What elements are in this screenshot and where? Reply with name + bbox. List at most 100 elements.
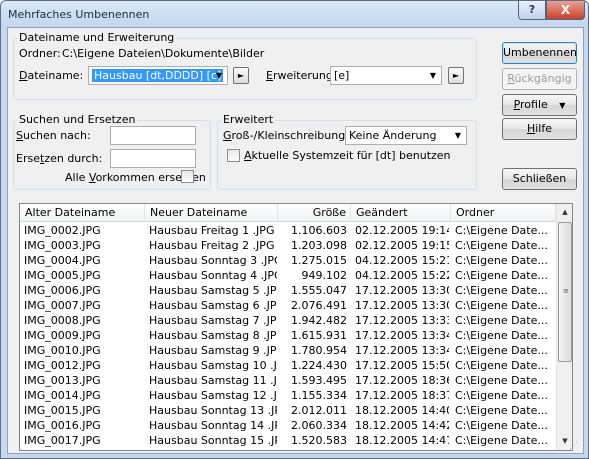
column-header-old-name[interactable]: Alter Dateiname [20,204,145,222]
table-cell: IMG_0017.JPG [24,434,101,447]
filename-combo[interactable]: Hausbau [dt,DDDD] [c] ▼ [88,66,228,85]
replace-all-checkbox[interactable] [181,170,194,183]
table-cell: 949.102 [301,269,348,282]
grip-icon: ≡ [563,287,569,295]
table-cell: C:\Eigene Date... [455,389,548,402]
table-cell: IMG_0016.JPG [24,419,101,432]
table-cell: Hausbau Samstag 11 .JPG [149,374,277,387]
folder-path: C:\Eigene Dateien\Dokumente\Bilder [62,47,265,60]
title-bar[interactable]: Mehrfaches Umbenennen ? X [1,1,588,27]
table-cell: Hausbau Samstag 7 .JPG [149,314,277,327]
profiles-button[interactable]: Profile ▼ [502,94,577,116]
table-row[interactable]: IMG_0015.JPG Hausbau Sonntag 13 .JPG 2.012… [20,403,556,419]
table-row[interactable]: IMG_0005.JPG Hausbau Sonntag 4 .JPG 949.10… [20,268,556,284]
table-row[interactable]: IMG_0010.JPG Hausbau Samstag 9 .JPG 1.780.… [20,343,556,359]
table-cell: 17.12.2005 13:30 [355,284,449,297]
table-row[interactable]: IMG_0016.JPG Hausbau Sonntag 14 .JPG 2.060… [20,418,556,434]
help-button[interactable]: Hilfe [502,118,577,140]
title-help-button[interactable]: ? [518,1,546,20]
table-row[interactable]: IMG_0013.JPG Hausbau Samstag 11 .JPG 1.593… [20,373,556,389]
table-row[interactable]: IMG_0009.JPG Hausbau Samstag 8 .JPG 1.615.… [20,328,556,344]
filename-insert-button[interactable]: ► [233,67,249,84]
table-cell: IMG_0009.JPG [24,329,101,342]
column-header-modified[interactable]: Geändert [351,204,451,222]
table-cell: IMG_0012.JPG [24,359,101,372]
table-cell: Hausbau Samstag 5 .JPG [149,284,277,297]
table-cell: Hausbau Samstag 8 .JPG [149,329,277,342]
column-header-new-name[interactable]: Neuer Dateiname [145,204,278,222]
table-cell: 1.780.954 [291,344,347,357]
extension-combo[interactable]: [e] ▼ [330,66,442,85]
search-group-label: Suchen und Ersetzen [17,113,138,126]
table-cell: Hausbau Samstag 12 .JPG [149,389,277,402]
table-row[interactable]: IMG_0006.JPG Hausbau Samstag 5 .JPG 1.555.… [20,283,556,299]
rename-button[interactable]: Umbenennen [502,42,577,64]
table-cell: 1.942.482 [291,314,347,327]
table-cell: C:\Eigene Date... [455,374,548,387]
file-list[interactable]: Alter Dateiname Neuer Dateiname Größe Ge… [19,203,573,451]
replace-input[interactable] [110,149,196,168]
dialog-client: Dateiname und Erweiterung Ordner: C:\Eig… [7,27,584,454]
systemtime-checkbox[interactable] [227,149,240,162]
table-cell: IMG_0004.JPG [24,254,101,267]
table-row[interactable]: IMG_0008.JPG Hausbau Samstag 7 .JPG 1.942.… [20,313,556,329]
systemtime-label: Aktuelle Systemzeit für [dt] benutzen [244,149,451,162]
case-dropdown-icon[interactable]: ▼ [455,131,461,140]
table-cell: 1.224.430 [291,359,347,372]
table-cell: C:\Eigene Date... [455,419,548,432]
table-cell: 1.520.583 [291,434,347,447]
table-row[interactable]: IMG_0004.JPG Hausbau Sonntag 3 .JPG 1.275.… [20,253,556,269]
table-row[interactable]: IMG_0002.JPG Hausbau Freitag 1 .JPG 1.106.… [20,223,556,239]
table-cell: C:\Eigene Date... [455,254,548,267]
search-input[interactable] [110,126,196,145]
scroll-up-icon[interactable]: ▲ [557,204,572,221]
table-cell: C:\Eigene Date... [455,359,548,372]
arrow-right-icon: ► [237,71,245,80]
table-cell: 17.12.2005 13:33 [355,314,449,327]
case-value: Keine Änderung [349,129,437,142]
case-combo[interactable]: Keine Änderung ▼ [345,126,467,145]
title-close-button[interactable]: X [546,1,585,20]
table-cell: Hausbau Samstag 6 .JPG [149,299,277,312]
table-row[interactable]: IMG_0017.JPG Hausbau Sonntag 15 .JPG 1.520… [20,433,556,449]
table-cell: 1.203.098 [291,239,347,252]
table-row[interactable]: IMG_0012.JPG Hausbau Samstag 10 .JPG 1.224… [20,358,556,374]
extension-dropdown-icon[interactable]: ▼ [430,71,436,80]
table-cell: Hausbau Sonntag 13 .JPG [149,404,277,417]
table-row[interactable]: IMG_0003.JPG Hausbau Freitag 2 .JPG 1.203.… [20,238,556,254]
filename-value: Hausbau [dt,DDDD] [c] [92,69,224,82]
table-cell: 02.12.2005 19:15 [355,239,449,252]
table-row[interactable]: IMG_0007.JPG Hausbau Samstag 6 .JPG 2.076.… [20,298,556,314]
table-cell: 04.12.2005 15:22 [355,269,449,282]
folder-label: Ordner: [19,47,61,60]
table-cell: 17.12.2005 18:36 [355,374,449,387]
table-cell: 17.12.2005 15:50 [355,359,449,372]
table-cell: Hausbau Sonntag 4 .JPG [149,269,277,282]
table-cell: Hausbau Samstag 10 .JPG [149,359,277,372]
column-header-folder[interactable]: Ordner [451,204,556,222]
extension-insert-button[interactable]: ► [448,67,464,84]
table-cell: IMG_0005.JPG [24,269,101,282]
replace-label: Ersetzen durch: [16,152,103,165]
table-cell: IMG_0007.JPG [24,299,101,312]
table-cell: Hausbau Freitag 2 .JPG [149,239,275,252]
filename-dropdown-icon[interactable]: ▼ [216,71,222,80]
table-cell: C:\Eigene Date... [455,269,548,282]
vertical-scrollbar[interactable]: ▲ ≡ ▼ [556,204,572,450]
table-cell: C:\Eigene Date... [455,314,548,327]
resize-grip-icon[interactable]: ⋰ [569,441,578,451]
table-cell: 18.12.2005 14:47 [355,434,449,447]
undo-button[interactable]: Rückgängig [502,68,577,90]
close-button[interactable]: Schließen [502,168,577,190]
table-cell: 1.155.334 [291,389,347,402]
table-cell: 17.12.2005 13:34 [355,329,449,342]
column-header-size[interactable]: Größe [278,204,351,222]
filename-group-label: Dateiname und Erweiterung [17,31,177,44]
table-cell: 1.593.495 [291,374,347,387]
table-row[interactable]: IMG_0014.JPG Hausbau Samstag 12 .JPG 1.155… [20,388,556,404]
table-cell: 2.012.011 [291,404,347,417]
scroll-thumb[interactable]: ≡ [558,222,572,362]
table-cell: Hausbau Sonntag 15 .JPG [149,434,277,447]
table-cell: 17.12.2005 13:30 [355,299,449,312]
table-cell: 1.615.931 [291,329,347,342]
